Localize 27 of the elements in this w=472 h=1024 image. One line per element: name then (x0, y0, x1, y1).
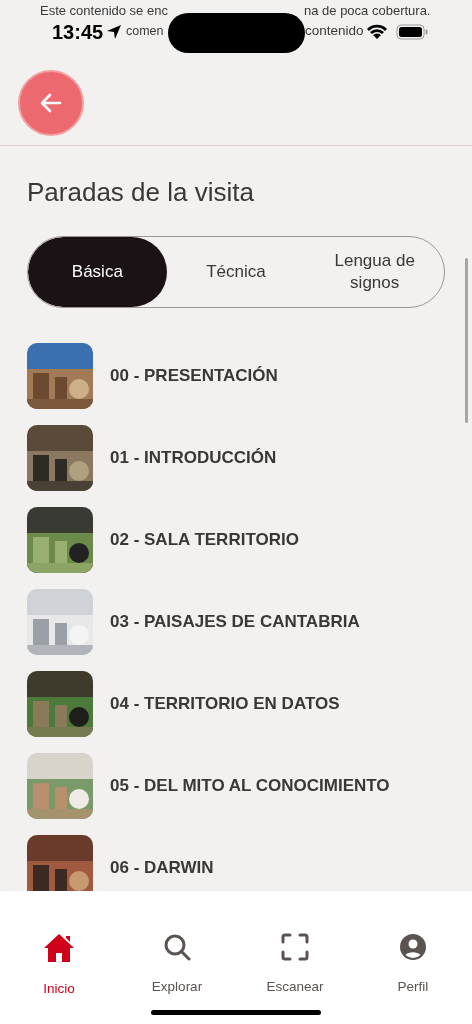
stop-title[interactable]: 05 - DEL MITO AL CONOCIMIENTO (110, 773, 390, 799)
status-time: 13:45 (52, 21, 104, 43)
profile-icon (399, 933, 427, 961)
home-icon (43, 933, 75, 963)
stop-title[interactable]: 04 - TERRITORIO EN DATOS (110, 691, 340, 717)
segment-tab[interactable]: Básica (28, 237, 167, 307)
scan-icon (281, 933, 309, 961)
nav-tab[interactable]: Escanear (236, 933, 354, 1024)
stop-title[interactable]: 03 - PAISAJES DE CANTABRIA (110, 609, 360, 635)
notice-text: contenido (305, 23, 364, 39)
page-title: Paradas de la visita (27, 176, 255, 208)
stop-title[interactable]: 00 - PRESENTACIÓN (110, 363, 278, 389)
location-icon (106, 24, 122, 40)
notice-text: na de poca cobertura. (304, 3, 431, 19)
nav-tab[interactable]: Perfil (354, 933, 472, 1024)
stop-title[interactable]: 01 - INTRODUCCIÓN (110, 445, 277, 471)
segment-tab[interactable]: Técnica (166, 237, 306, 307)
stop-title[interactable]: 02 - SALA TERRITORIO (110, 527, 299, 553)
nav-tab[interactable]: Explorar (118, 933, 236, 1024)
notice-text: comen (126, 23, 164, 39)
segment-tab[interactable]: Lengua de signos (305, 237, 444, 307)
nav-tab[interactable]: Inicio (0, 933, 118, 1024)
wifi-icon (367, 24, 387, 39)
stop-title[interactable]: 06 - DARWIN (110, 855, 214, 881)
notice-text: Este contenido se enc (40, 3, 168, 19)
search-icon (163, 933, 191, 961)
battery-icon (396, 24, 428, 40)
